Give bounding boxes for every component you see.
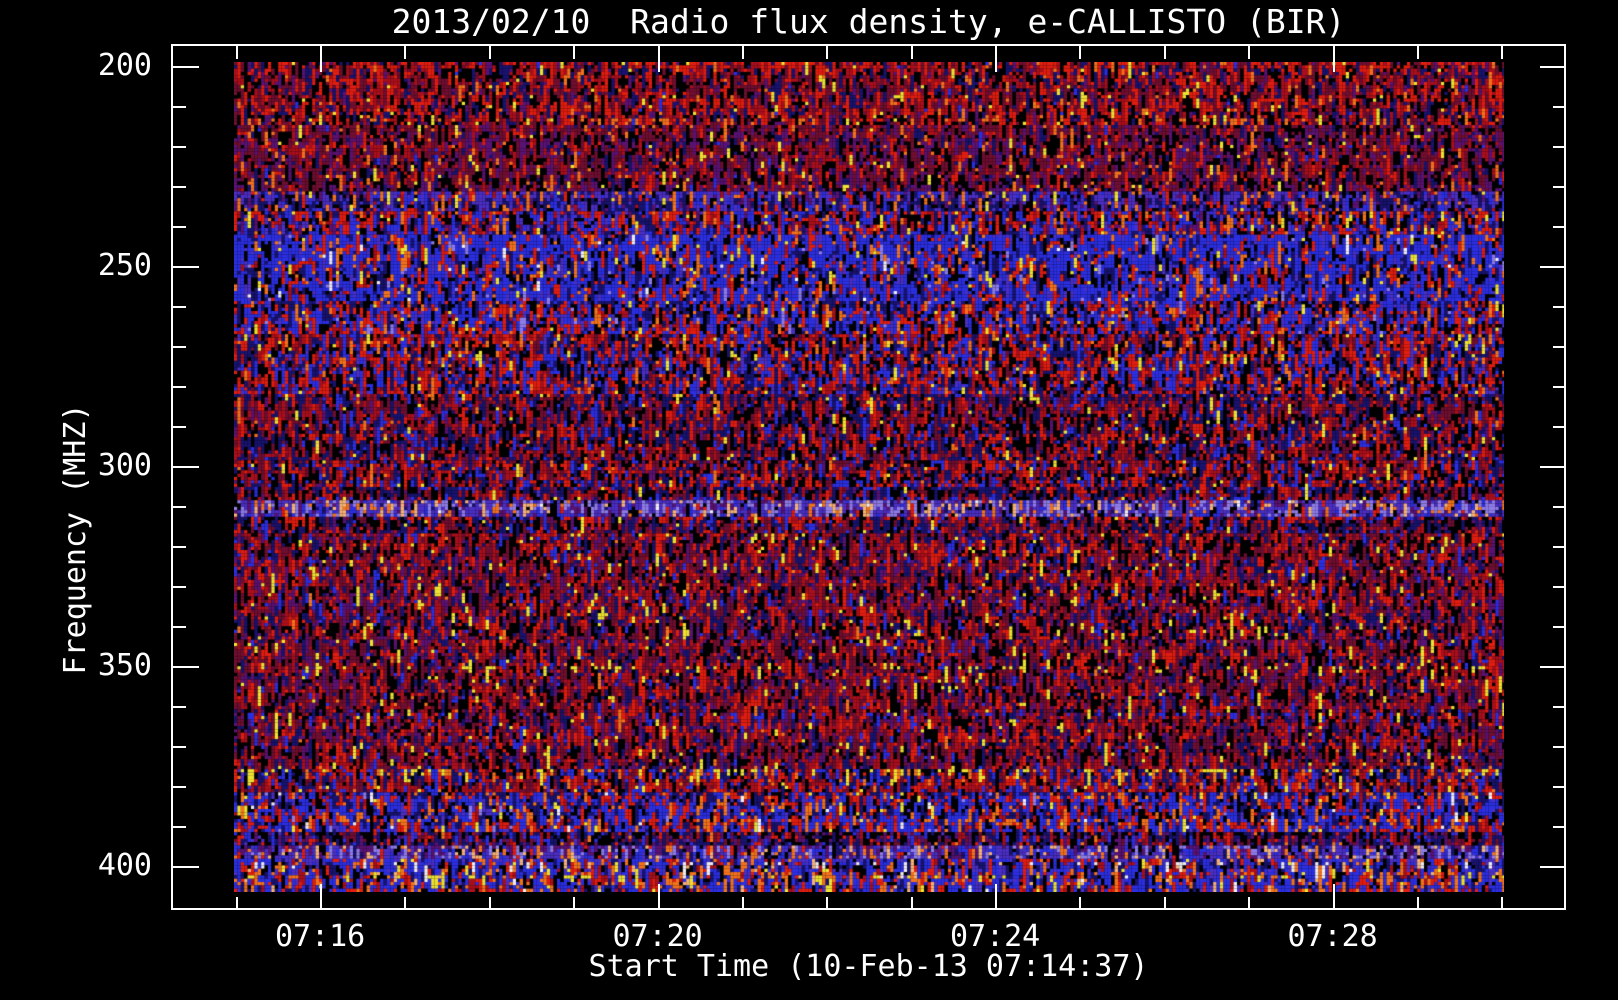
x-tick-mark bbox=[235, 46, 238, 59]
y-tick-mark bbox=[173, 66, 199, 68]
y-tick-mark bbox=[1540, 266, 1566, 268]
y-tick-mark bbox=[173, 626, 186, 628]
x-axis-title: Start Time (10-Feb-13 07:14:37) bbox=[588, 949, 1149, 984]
x-tick-mark bbox=[741, 897, 744, 910]
y-tick-mark bbox=[1540, 666, 1566, 668]
x-tick-mark bbox=[320, 46, 323, 72]
x-tick-mark bbox=[1501, 46, 1504, 59]
y-tick-mark bbox=[1553, 546, 1566, 548]
x-tick-mark bbox=[573, 897, 576, 910]
y-tick-mark bbox=[1553, 746, 1566, 748]
x-tick-mark bbox=[910, 46, 913, 59]
x-tick-mark bbox=[573, 46, 576, 59]
y-tick-mark bbox=[1553, 586, 1566, 588]
x-tick-mark bbox=[995, 884, 998, 910]
y-tick-mark bbox=[1553, 306, 1566, 308]
y-tick-mark bbox=[1553, 226, 1566, 228]
x-tick-mark bbox=[488, 46, 491, 59]
y-tick-mark bbox=[173, 866, 199, 868]
x-tick-mark bbox=[404, 46, 407, 59]
y-tick-mark bbox=[173, 666, 199, 668]
y-tick-mark bbox=[1553, 106, 1566, 108]
y-tick-mark bbox=[1553, 826, 1566, 828]
y-tick-mark bbox=[173, 186, 186, 188]
y-tick-mark bbox=[173, 226, 186, 228]
y-tick-mark bbox=[173, 146, 186, 148]
y-tick-mark bbox=[1553, 506, 1566, 508]
y-tick-mark bbox=[173, 826, 186, 828]
chart-title: 2013/02/10 Radio flux density, e-CALLIST… bbox=[391, 2, 1346, 41]
y-tick-mark bbox=[173, 706, 186, 708]
x-tick-mark bbox=[1163, 897, 1166, 910]
y-tick-mark bbox=[173, 586, 186, 588]
y-tick-label: 250 bbox=[97, 248, 152, 283]
y-tick-mark bbox=[1540, 466, 1566, 468]
x-tick-mark bbox=[1163, 46, 1166, 59]
y-tick-mark bbox=[173, 106, 186, 108]
x-tick-mark bbox=[1416, 897, 1419, 910]
y-tick-mark bbox=[1553, 386, 1566, 388]
x-tick-mark bbox=[404, 897, 407, 910]
x-tick-mark bbox=[910, 897, 913, 910]
x-tick-mark bbox=[320, 884, 323, 910]
y-tick-mark bbox=[173, 546, 186, 548]
x-tick-mark bbox=[657, 46, 660, 72]
x-tick-mark bbox=[1248, 46, 1251, 59]
y-tick-mark bbox=[1540, 66, 1566, 68]
y-axis-title: Frequency (MHZ) bbox=[58, 403, 93, 675]
x-tick-mark bbox=[1332, 884, 1335, 910]
y-tick-mark bbox=[173, 466, 199, 468]
y-tick-label: 400 bbox=[97, 848, 152, 883]
y-tick-mark bbox=[173, 746, 186, 748]
y-tick-mark bbox=[1553, 346, 1566, 348]
y-tick-mark bbox=[173, 386, 186, 388]
x-tick-mark bbox=[1079, 897, 1082, 910]
y-tick-mark bbox=[173, 346, 186, 348]
x-tick-mark bbox=[1079, 46, 1082, 59]
y-tick-mark bbox=[1553, 146, 1566, 148]
plot-frame bbox=[171, 44, 1566, 910]
y-tick-mark bbox=[1553, 706, 1566, 708]
spectrogram-plot: 2013/02/10 Radio flux density, e-CALLIST… bbox=[0, 0, 1618, 1000]
x-tick-mark bbox=[826, 46, 829, 59]
y-tick-mark bbox=[173, 506, 186, 508]
y-tick-mark bbox=[1553, 786, 1566, 788]
x-tick-label: 07:16 bbox=[274, 919, 366, 954]
x-tick-label: 07:28 bbox=[1287, 919, 1378, 954]
x-tick-mark bbox=[488, 897, 491, 910]
y-tick-mark bbox=[173, 306, 186, 308]
x-tick-mark bbox=[235, 897, 238, 910]
y-tick-mark bbox=[173, 266, 199, 268]
y-tick-mark bbox=[1540, 866, 1566, 868]
x-tick-mark bbox=[1332, 46, 1335, 72]
x-tick-mark bbox=[741, 46, 744, 59]
y-tick-mark bbox=[1553, 186, 1566, 188]
y-tick-mark bbox=[173, 426, 186, 428]
x-tick-mark bbox=[1501, 897, 1504, 910]
x-tick-mark bbox=[657, 884, 660, 910]
x-tick-mark bbox=[995, 46, 998, 72]
x-tick-mark bbox=[1248, 897, 1251, 910]
y-tick-mark bbox=[1553, 626, 1566, 628]
x-tick-mark bbox=[826, 897, 829, 910]
y-tick-mark bbox=[1553, 426, 1566, 428]
x-tick-mark bbox=[1416, 46, 1419, 59]
y-tick-label: 200 bbox=[97, 48, 152, 83]
y-tick-mark bbox=[173, 786, 186, 788]
